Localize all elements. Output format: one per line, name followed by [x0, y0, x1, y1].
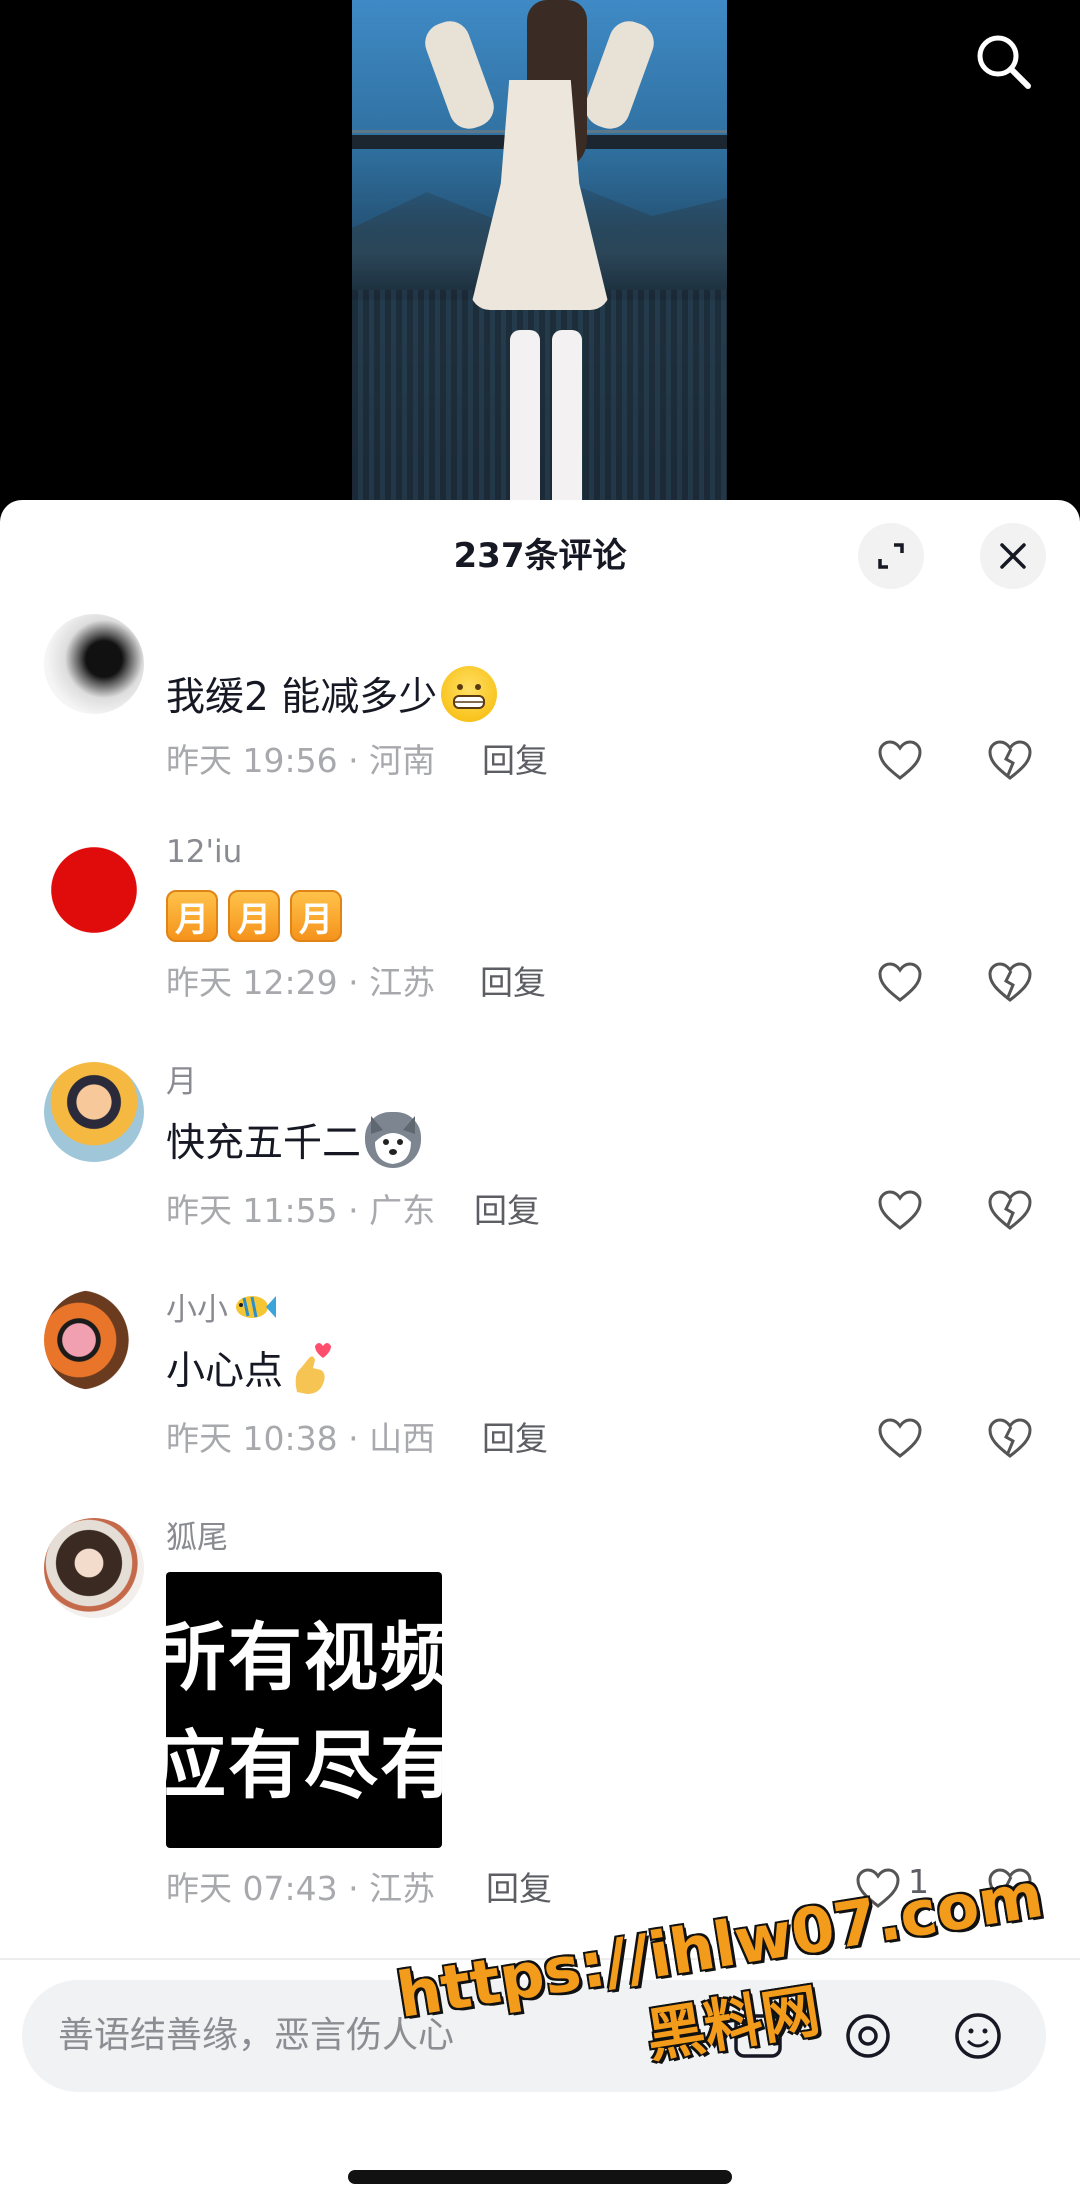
heart-icon: [878, 962, 922, 1002]
comment-badges: 月 月 月: [166, 890, 348, 942]
reply-button[interactable]: 回复: [482, 1412, 548, 1460]
avatar[interactable]: [44, 840, 144, 940]
expand-icon: [878, 543, 904, 569]
fish-icon: [236, 1295, 276, 1318]
reply-button[interactable]: 回复: [480, 956, 546, 1004]
like-count: 1: [908, 1862, 929, 1901]
comment-username: 小小: [166, 1284, 276, 1329]
comment-username-text: 小小: [166, 1292, 228, 1328]
close-icon: [1000, 543, 1026, 569]
comment-location: · 河南: [348, 741, 436, 780]
comment-meta: 昨天 10:38 · 山西: [166, 1412, 435, 1460]
emoji-button[interactable]: [950, 2008, 1006, 2064]
comment-meta: 昨天 07:43 · 江苏: [166, 1862, 435, 1910]
husky-dog-icon: [365, 1112, 422, 1168]
comment-username: 12'iu: [166, 834, 243, 870]
dislike-button[interactable]: [982, 732, 1038, 788]
broken-heart-icon: [988, 1190, 1032, 1230]
comment-text-row: 小心点: [166, 1340, 333, 1396]
broken-heart-icon: [988, 740, 1032, 780]
close-button[interactable]: [980, 523, 1046, 589]
mention-button[interactable]: [840, 2008, 896, 2064]
like-button[interactable]: [872, 954, 928, 1010]
home-indicator[interactable]: [348, 2170, 732, 2184]
dislike-button[interactable]: [982, 1182, 1038, 1238]
comment-location: · 江苏: [348, 1869, 436, 1908]
like-button[interactable]: [872, 1410, 928, 1466]
sheet-header: 237条评论: [0, 500, 1080, 612]
comments-sheet: 237条评论 我缓2 能减多少 昨天 19:56 · 河南 回复 12'iu 月…: [0, 500, 1080, 2208]
broken-heart-icon: [988, 962, 1032, 1002]
grinning-face-icon: [441, 666, 498, 722]
reply-button[interactable]: 回复: [482, 734, 548, 782]
comment-text-row: 快充五千二: [166, 1112, 422, 1168]
like-button[interactable]: [850, 1860, 906, 1916]
divider: [0, 1958, 1080, 1960]
heart-icon: [878, 1190, 922, 1230]
dislike-button[interactable]: [982, 1410, 1038, 1466]
dislike-button[interactable]: [982, 954, 1038, 1010]
video-figure-arm: [579, 15, 660, 135]
moon-badge: 月: [290, 890, 342, 942]
comment-meta: 昨天 11:55 · 广东: [166, 1184, 435, 1232]
comment-text: 快充五千二: [166, 1121, 362, 1166]
image-button[interactable]: [730, 2008, 786, 2064]
video-figure-arm: [419, 15, 500, 135]
comment-time: 昨天 19:56: [166, 741, 338, 780]
video-frame: [352, 0, 727, 540]
like-button[interactable]: [872, 732, 928, 788]
broken-heart-icon: [988, 1868, 1032, 1908]
avatar[interactable]: [44, 1062, 144, 1162]
comment-username: 月: [166, 1064, 197, 1100]
comment-location: · 山西: [348, 1419, 436, 1458]
reply-button[interactable]: 回复: [486, 1862, 552, 1910]
expand-button[interactable]: [858, 523, 924, 589]
comment-image-text: 所有视频: [166, 1615, 442, 1701]
comment-time: 昨天 11:55: [166, 1191, 338, 1230]
comment-image-text: 应有尽有: [166, 1723, 442, 1809]
comment-text-row: 我缓2 能减多少: [166, 666, 498, 722]
search-button[interactable]: [968, 26, 1038, 96]
comment-meta: 昨天 19:56 · 河南: [166, 734, 435, 782]
comment-time: 昨天 10:38: [166, 1419, 338, 1458]
heart-icon: [856, 1868, 900, 1908]
comment-input[interactable]: 善语结善缘，恶言伤人心: [22, 1980, 1046, 2092]
broken-heart-icon: [988, 1418, 1032, 1458]
like-button[interactable]: [872, 1182, 928, 1238]
comment-meta: 昨天 12:29 · 江苏: [166, 956, 435, 1004]
comment-time: 昨天 12:29: [166, 963, 338, 1002]
dislike-button[interactable]: [982, 1860, 1038, 1916]
comment-text: 小心点: [166, 1349, 284, 1394]
finger-heart-icon: [295, 1343, 332, 1394]
comment-location: · 江苏: [348, 963, 436, 1002]
heart-icon: [878, 740, 922, 780]
comment-input-placeholder: 善语结善缘，恶言伤人心: [58, 2015, 455, 2056]
reply-button[interactable]: 回复: [474, 1184, 540, 1232]
moon-badge: 月: [228, 890, 280, 942]
comment-time: 昨天 07:43: [166, 1869, 338, 1908]
heart-icon: [878, 1418, 922, 1458]
comment-text: 我缓2 能减多少: [166, 675, 438, 720]
image-icon: [734, 2014, 782, 2058]
video-player[interactable]: [0, 0, 1080, 540]
smiley-icon: [955, 2013, 1001, 2059]
comment-image[interactable]: 所有视频 应有尽有: [166, 1572, 442, 1848]
avatar[interactable]: [44, 1290, 144, 1390]
search-icon: [977, 35, 1031, 89]
avatar[interactable]: [44, 1518, 144, 1618]
at-icon: [846, 2014, 890, 2058]
avatar[interactable]: [44, 614, 144, 714]
comment-username: 狐尾: [166, 1520, 228, 1556]
moon-badge: 月: [166, 890, 218, 942]
comment-location: · 广东: [348, 1191, 436, 1230]
